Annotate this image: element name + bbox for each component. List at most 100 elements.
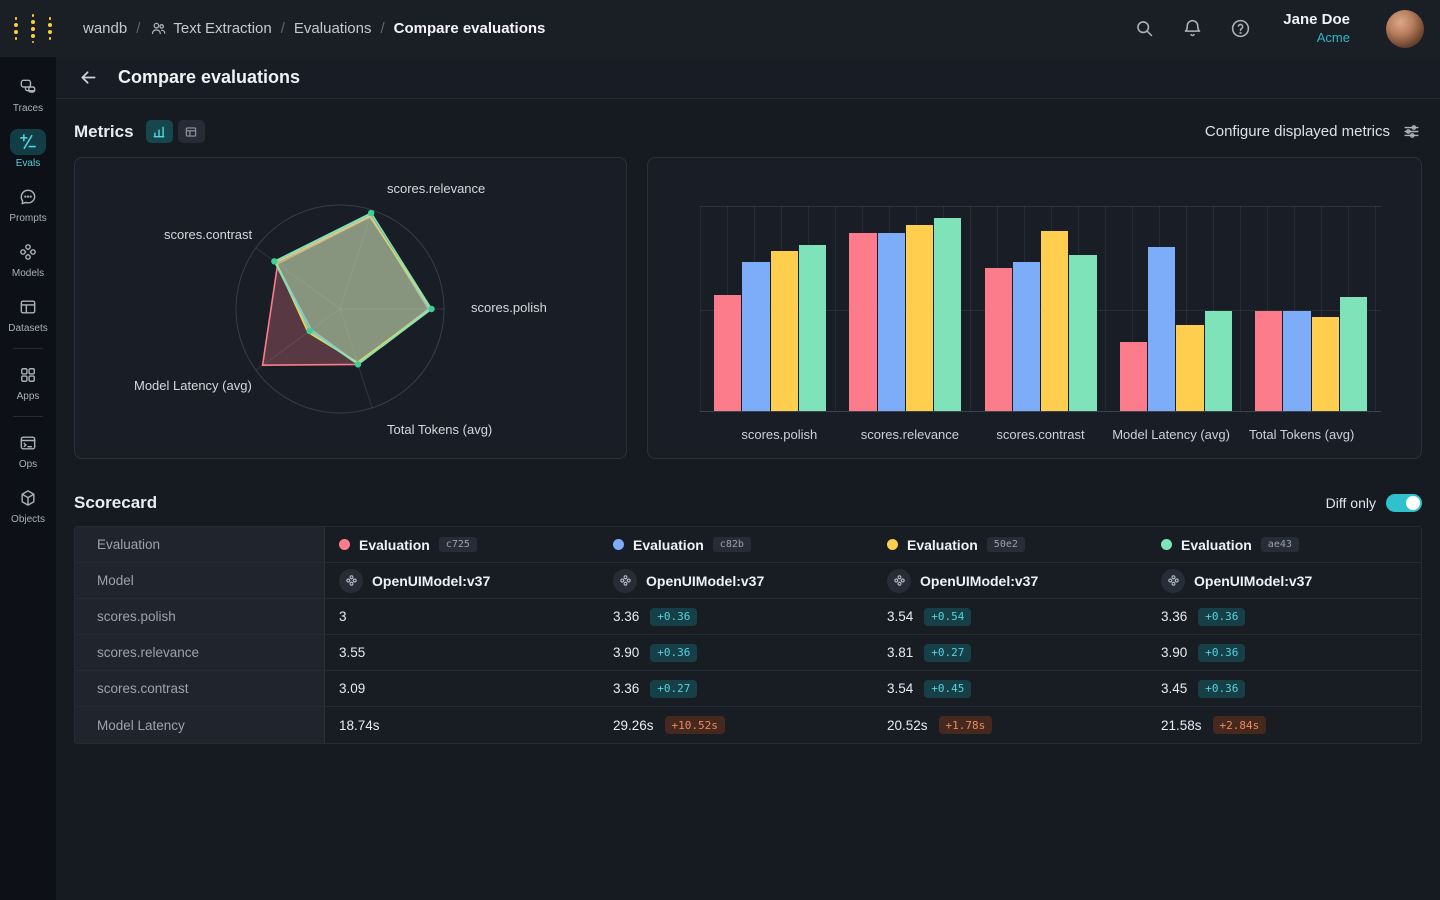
bar-chart[interactable]: [700, 206, 1381, 412]
radar-axis-label: Model Latency (avg): [134, 378, 252, 393]
diff-badge: +0.36: [1198, 608, 1245, 626]
user-name: Jane Doe: [1283, 11, 1350, 30]
breadcrumb-evaluations[interactable]: Evaluations: [294, 20, 372, 37]
sidebar-item-models[interactable]: Models: [0, 232, 56, 287]
sidebar-item-prompts[interactable]: Prompts: [0, 177, 56, 232]
breadcrumb-project[interactable]: Text Extraction: [149, 20, 271, 38]
page-title: Compare evaluations: [118, 67, 300, 88]
model-cell-ae43[interactable]: OpenUIModel:v37: [1147, 563, 1421, 598]
bar-c82b: [1283, 311, 1310, 412]
sidebar-item-label: Datasets: [8, 323, 47, 334]
user-block[interactable]: Jane Doe Acme: [1283, 11, 1350, 46]
metric-value: 3.09: [339, 681, 365, 696]
diff-badge: +0.36: [650, 608, 697, 626]
notifications-bell-icon[interactable]: [1181, 18, 1203, 40]
metric-cell-ae43: 21.58s+2.84s: [1147, 707, 1421, 743]
evaluation-cell-ae43[interactable]: Evaluationae43: [1147, 527, 1421, 562]
diff-badge: +0.36: [1198, 680, 1245, 698]
user-org: Acme: [1283, 30, 1350, 46]
sidebar-item-label: Apps: [17, 391, 40, 402]
sidebar-item-traces[interactable]: Traces: [0, 67, 56, 122]
diff-badge: +10.52s: [665, 716, 725, 734]
prompts-icon: [10, 184, 46, 210]
model-name: OpenUIModel:v37: [920, 573, 1038, 589]
sidebar-item-label: Evals: [16, 158, 40, 169]
breadcrumb-current: Compare evaluations: [394, 20, 546, 37]
diff-only-label: Diff only: [1326, 495, 1376, 511]
chart-view-toggle-button[interactable]: [146, 120, 173, 143]
back-arrow-icon[interactable]: [74, 64, 102, 92]
breadcrumb-entity[interactable]: wandb: [83, 20, 127, 37]
sidebar-item-objects[interactable]: Objects: [0, 478, 56, 533]
bar-c725: [985, 268, 1012, 412]
metric-cell-c82b: 3.90+0.36: [599, 635, 873, 670]
diff-badge: +0.45: [924, 680, 971, 698]
table-row-metric: scores.contrast3.093.36+0.273.54+0.453.4…: [75, 671, 1421, 707]
evaluation-cell-50e2[interactable]: Evaluation50e2: [873, 527, 1147, 562]
bar-c725: [1255, 311, 1282, 412]
bar-50e2: [1176, 325, 1203, 412]
eval-color-dot: [339, 539, 350, 550]
model-cell-c82b[interactable]: OpenUIModel:v37: [599, 563, 873, 598]
evaluation-id-badge: c725: [439, 537, 477, 552]
bar-c82b: [742, 262, 769, 412]
metric-cell-c82b: 29.26s+10.52s: [599, 707, 873, 743]
page-header: Compare evaluations: [56, 57, 1440, 99]
scorecard-table: EvaluationEvaluationc725Evaluationc82bEv…: [74, 526, 1422, 744]
model-icon: [613, 569, 637, 593]
wandb-logo-icon[interactable]: [14, 14, 61, 43]
model-name: OpenUIModel:v37: [646, 573, 764, 589]
avatar[interactable]: [1386, 10, 1424, 48]
sidebar-item-label: Models: [12, 268, 44, 279]
metric-cell-c725: 18.74s: [325, 707, 599, 743]
datasets-icon: [10, 294, 46, 320]
metrics-header: Metrics C: [74, 120, 1422, 143]
evaluation-cell-c82b[interactable]: Evaluationc82b: [599, 527, 873, 562]
table-row-metric: Model Latency18.74s29.26s+10.52s 20.52s +1…: [75, 707, 1421, 743]
metric-value: 20.52s: [887, 718, 928, 733]
sidebar-item-evals[interactable]: Evals: [0, 122, 56, 177]
bar-c82b: [1148, 247, 1175, 412]
evaluation-id-badge: ae43: [1261, 537, 1299, 552]
model-icon: [1161, 569, 1185, 593]
bar-ae43: [1340, 297, 1367, 412]
model-cell-c725[interactable]: OpenUIModel:v37: [325, 563, 599, 598]
bar-c82b: [1013, 262, 1040, 412]
evaluation-label: Evaluation: [633, 537, 704, 553]
metric-value: 3.90: [613, 645, 639, 660]
metric-value: 3: [339, 609, 347, 624]
row-header-metric: Model Latency: [75, 707, 325, 743]
diff-badge: +1.78s: [939, 716, 993, 734]
sidebar-item-label: Ops: [19, 459, 37, 470]
radar-axis-label: scores.polish: [471, 300, 547, 315]
toggle-knob: [1406, 496, 1420, 510]
models-icon: [10, 239, 46, 265]
bar-c725: [1120, 342, 1147, 412]
breadcrumb-project-label: Text Extraction: [173, 20, 271, 37]
model-cell-50e2[interactable]: OpenUIModel:v37: [873, 563, 1147, 598]
help-icon[interactable]: [1229, 18, 1251, 40]
diff-badge: +2.84s: [1213, 716, 1267, 734]
bar-category-label: Model Latency (avg): [1106, 427, 1237, 442]
model-name: OpenUIModel:v37: [1194, 573, 1312, 589]
diff-badge: +0.36: [1198, 644, 1245, 662]
metric-value: 3.54: [887, 681, 913, 696]
table-view-toggle-button[interactable]: [178, 120, 205, 143]
bar-c82b: [878, 233, 905, 412]
sidebar-item-label: Traces: [13, 103, 43, 114]
breadcrumb-separator: /: [281, 20, 285, 37]
configure-displayed-metrics-button[interactable]: Configure displayed metrics: [1205, 121, 1422, 143]
metrics-title: Metrics: [74, 122, 134, 142]
radar-axis-label: scores.relevance: [387, 181, 485, 196]
sidebar-item-datasets[interactable]: Datasets: [0, 287, 56, 342]
bar-ae43: [1205, 311, 1232, 412]
bar-chart-x-axis: [700, 411, 1381, 412]
diff-only-toggle[interactable]: [1386, 494, 1422, 512]
sidebar-item-apps[interactable]: Apps: [0, 355, 56, 410]
evaluation-cell-c725[interactable]: Evaluationc725: [325, 527, 599, 562]
sidebar-item-ops[interactable]: Ops: [0, 423, 56, 478]
metric-cell-50e2: 3.54+0.54: [873, 599, 1147, 634]
metric-cell-c725: 3.09: [325, 671, 599, 706]
search-icon[interactable]: [1133, 18, 1155, 40]
metric-value: 3.54: [887, 609, 913, 624]
